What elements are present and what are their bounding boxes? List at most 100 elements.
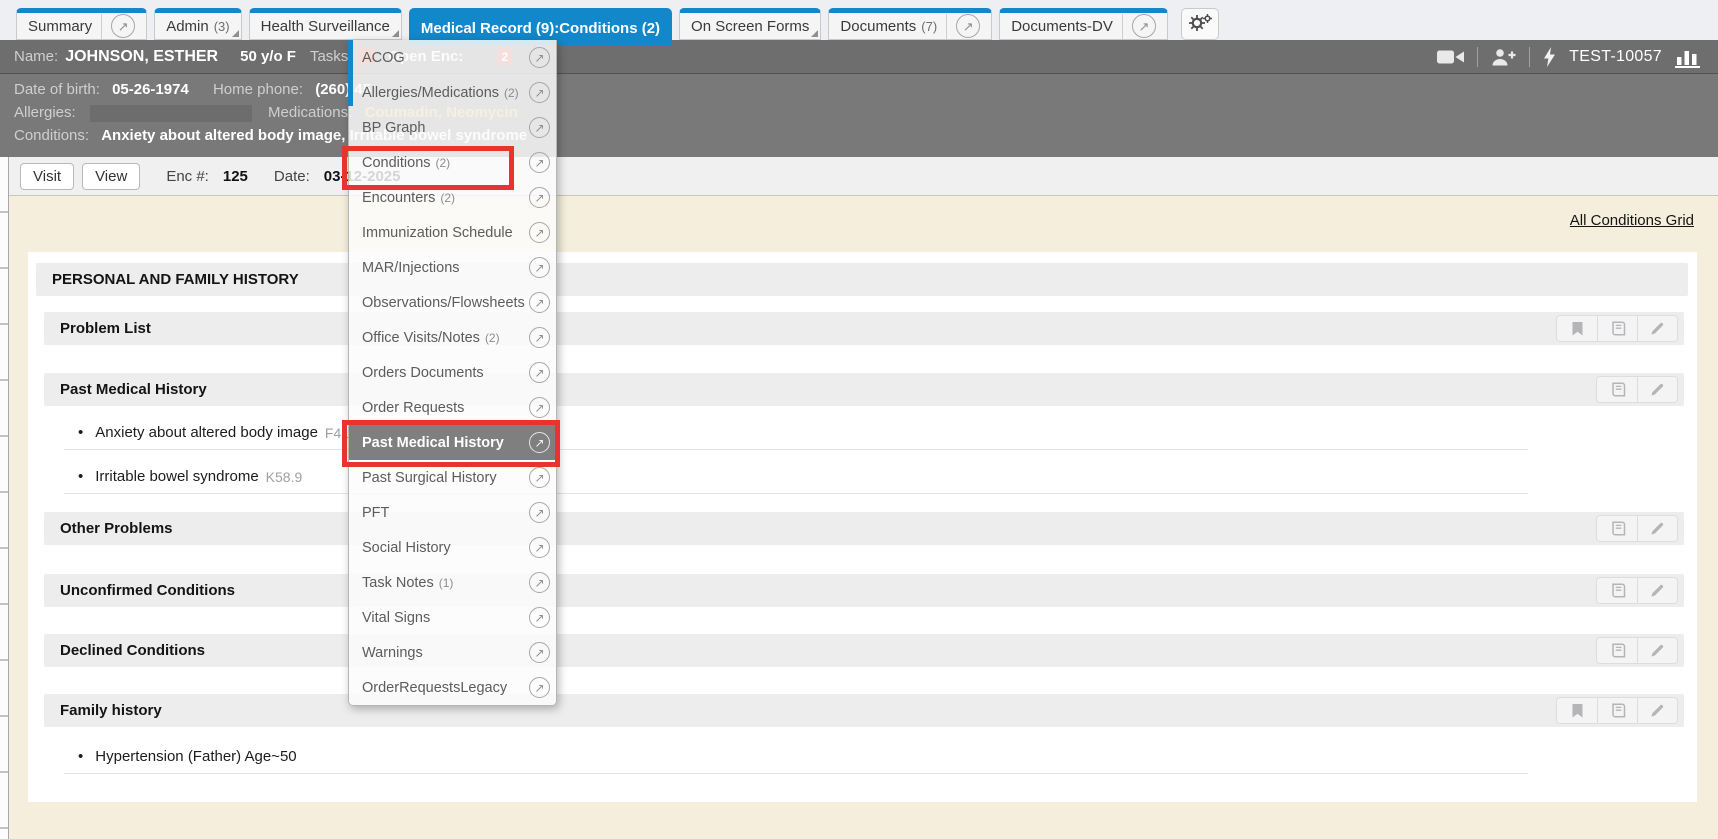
popout-icon[interactable] (529, 432, 550, 453)
popout-icon[interactable] (529, 257, 550, 278)
book-icon[interactable] (1597, 516, 1637, 541)
medications-label: Medications: (268, 104, 352, 121)
book-icon[interactable] (1597, 578, 1637, 603)
popout-icon[interactable] (529, 292, 550, 313)
menu-fold-icon (232, 30, 239, 37)
popout-icon[interactable] (529, 187, 550, 208)
popout-icon[interactable] (529, 467, 550, 488)
menu-item-bp-graph[interactable]: BP Graph (349, 110, 556, 145)
pencil-icon[interactable] (1637, 516, 1677, 541)
condition-name: Anxiety about altered body image (95, 424, 318, 441)
popout-icon[interactable] (529, 607, 550, 628)
popout-icon[interactable] (1132, 14, 1156, 38)
pencil-icon[interactable] (1637, 377, 1677, 402)
pencil-icon[interactable] (1637, 578, 1677, 603)
section-title: Other Problems (60, 520, 173, 537)
section-problem-list: Problem List (44, 312, 1684, 345)
enc-value: 125 (223, 168, 248, 185)
bookmark-icon[interactable] (1557, 316, 1597, 341)
view-button[interactable]: View (82, 163, 140, 190)
allergies-label: Allergies: (14, 104, 76, 121)
settings-button[interactable] (1181, 8, 1219, 40)
tab-divider (946, 14, 947, 39)
tab-label: Health Surveillance (261, 18, 390, 35)
book-icon[interactable] (1597, 698, 1637, 723)
pencil-icon[interactable] (1637, 316, 1677, 341)
section-title: Unconfirmed Conditions (60, 582, 235, 599)
popout-icon[interactable] (529, 82, 550, 103)
popout-icon[interactable] (529, 642, 550, 663)
popout-icon[interactable] (956, 14, 980, 38)
section-declined-conditions: Declined Conditions (44, 634, 1684, 667)
menu-item-immunization-schedule[interactable]: Immunization Schedule (349, 215, 556, 250)
menu-item-office-visits-notes[interactable]: Office Visits/Notes(2) (349, 320, 556, 355)
popout-icon[interactable] (529, 677, 550, 698)
section-title: Family history (60, 702, 162, 719)
dob-value: 05-26-1974 (112, 81, 189, 98)
menu-item-conditions[interactable]: Conditions(2) (349, 145, 556, 180)
menu-item-observations-flowsheets[interactable]: Observations/Flowsheets (349, 285, 556, 320)
book-icon[interactable] (1597, 638, 1637, 663)
popout-icon[interactable] (529, 502, 550, 523)
pencil-icon[interactable] (1637, 698, 1677, 723)
video-camera-icon[interactable] (1437, 49, 1464, 65)
menu-item-pft[interactable]: PFT (349, 495, 556, 530)
menu-item-orders-documents[interactable]: Orders Documents (349, 355, 556, 390)
tab-documents-dv[interactable]: Documents-DV (999, 8, 1168, 40)
tab-on-screen-forms[interactable]: On Screen Forms (679, 8, 821, 40)
visit-button[interactable]: Visit (20, 163, 74, 190)
section-title: Problem List (60, 320, 151, 337)
popout-icon[interactable] (529, 222, 550, 243)
popout-icon[interactable] (529, 117, 550, 138)
dob-label: Date of birth: (14, 81, 100, 98)
pencil-icon[interactable] (1637, 638, 1677, 663)
menu-item-past-surgical-history[interactable]: Past Surgical History (349, 460, 556, 495)
tab-label: Documents (840, 18, 916, 35)
tab-summary[interactable]: Summary (16, 8, 147, 40)
menu-item-task-notes[interactable]: Task Notes(1) (349, 565, 556, 600)
menu-item-order-requests[interactable]: Order Requests (349, 390, 556, 425)
condition-item: • Irritable bowel syndrome K58.9 (64, 460, 1528, 494)
section-title: Declined Conditions (60, 642, 205, 659)
banner-row-dob: Date of birth: 05-26-1974 Home phone: (2… (14, 78, 1704, 101)
menu-item-orderrequestslegacy[interactable]: OrderRequestsLegacy (349, 670, 556, 705)
menu-item-allergies-medications[interactable]: Allergies/Medications(2) (349, 75, 556, 110)
tab-documents[interactable]: Documents (7) (828, 8, 992, 40)
menu-item-vital-signs[interactable]: Vital Signs (349, 600, 556, 635)
tab-label: On Screen Forms (691, 18, 809, 35)
popout-icon[interactable] (529, 327, 550, 348)
add-person-icon[interactable] (1491, 48, 1516, 66)
menu-item-social-history[interactable]: Social History (349, 530, 556, 565)
tab-admin[interactable]: Admin (3) (154, 8, 241, 40)
tab-label: Admin (166, 18, 209, 35)
menu-item-past-medical-history[interactable]: Past Medical History (349, 425, 556, 460)
section-title: PERSONAL AND FAMILY HISTORY (52, 271, 299, 288)
popout-icon[interactable] (529, 397, 550, 418)
section-other-problems: Other Problems (44, 512, 1684, 545)
book-icon[interactable] (1597, 377, 1637, 402)
menu-item-warnings[interactable]: Warnings (349, 635, 556, 670)
divider (1477, 47, 1478, 67)
bar-chart-icon[interactable] (1675, 47, 1702, 68)
menu-item-acog[interactable]: ACOG (349, 40, 556, 75)
section-actions (1556, 315, 1678, 342)
popout-icon[interactable] (111, 14, 135, 38)
popout-icon[interactable] (529, 362, 550, 383)
popout-icon[interactable] (529, 47, 550, 68)
tab-health-surveillance[interactable]: Health Surveillance (249, 8, 402, 40)
tasks-label[interactable]: Tasks (310, 48, 348, 65)
left-collapse-rail[interactable] (0, 157, 9, 839)
menu-item-mar-injections[interactable]: MAR/Injections (349, 250, 556, 285)
lightning-bolt-icon[interactable] (1543, 47, 1556, 67)
bookmark-icon[interactable] (1557, 698, 1597, 723)
menu-item-encounters[interactable]: Encounters(2) (349, 180, 556, 215)
condition-item: • Anxiety about altered body image F41.8 (64, 416, 1528, 450)
banner-row-conditions: Conditions: Anxiety about altered body i… (14, 124, 1704, 147)
popout-icon[interactable] (529, 152, 550, 173)
popout-icon[interactable] (529, 572, 550, 593)
popout-icon[interactable] (529, 537, 550, 558)
all-conditions-grid-link[interactable]: All Conditions Grid (1570, 212, 1694, 229)
tab-bar: Summary Admin (3) Health Surveillance Me… (0, 0, 1718, 40)
ehr-window: Summary Admin (3) Health Surveillance Me… (0, 0, 1718, 839)
book-icon[interactable] (1597, 316, 1637, 341)
